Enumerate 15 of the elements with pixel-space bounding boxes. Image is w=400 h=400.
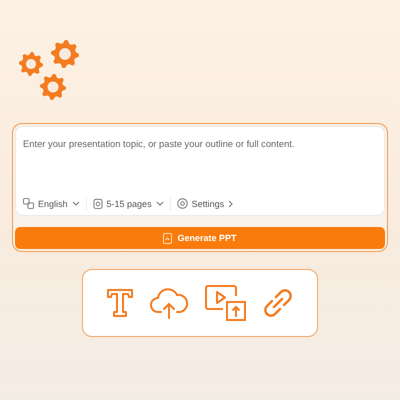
document-icon [163,232,172,244]
chevron-down-icon [156,201,164,206]
translate-icon [23,198,34,209]
pages-icon [92,198,103,209]
settings-icon [176,198,188,209]
chevron-down-icon [72,201,80,206]
link-icon[interactable] [262,287,294,319]
cloud-upload-icon[interactable] [149,287,190,319]
settings-option[interactable]: Settings [174,196,236,211]
language-option[interactable]: English [20,196,83,211]
prompt-field[interactable]: Enter your presentation topic, or paste your outline or full content. English 5-15 pages Settings [15,126,385,216]
text-icon[interactable] [106,288,134,318]
pages-option[interactable]: 5-15 pages [90,196,167,211]
chevron-right-icon [228,200,234,208]
video-upload-icon[interactable] [204,285,247,321]
